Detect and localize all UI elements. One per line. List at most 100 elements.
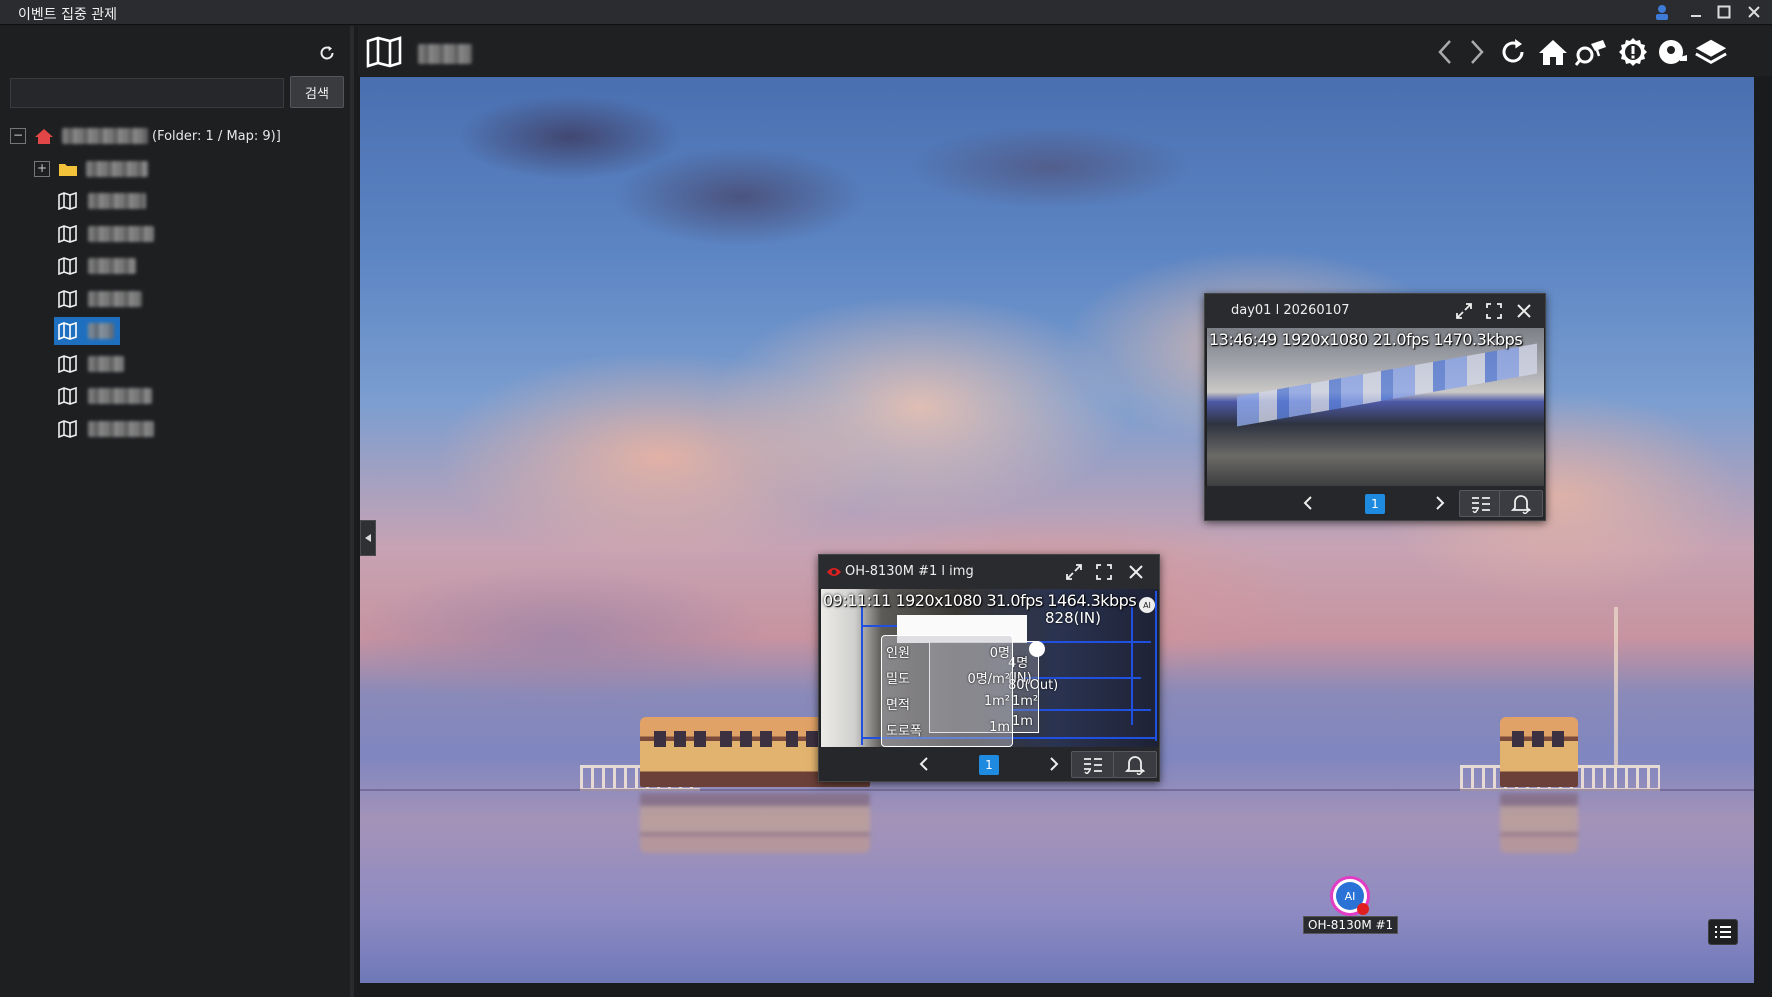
refresh-icon[interactable] xyxy=(1496,36,1530,68)
eye-icon xyxy=(827,568,841,576)
maximize-icon[interactable] xyxy=(1712,2,1736,22)
tree-item-folder[interactable]: + xyxy=(10,153,340,186)
alarm-dot xyxy=(1357,903,1369,915)
sidebar-collapse-button[interactable] xyxy=(360,520,376,556)
map-canvas[interactable] xyxy=(360,77,1754,983)
home-icon[interactable] xyxy=(1536,36,1570,68)
analytics-row: 면적 1m² xyxy=(886,694,1010,713)
redacted-map-name xyxy=(88,258,136,275)
prev-page-icon[interactable] xyxy=(913,753,935,775)
fullscreen-icon[interactable] xyxy=(1481,299,1507,323)
map-icon xyxy=(364,32,404,72)
direction-indicator-icon xyxy=(1029,641,1045,657)
close-icon[interactable] xyxy=(1511,299,1537,323)
ai-badge-icon: AI xyxy=(1139,597,1155,613)
popup-header[interactable]: day01 l 20260107 xyxy=(1205,294,1545,328)
close-icon[interactable] xyxy=(1742,2,1766,22)
camera-settings-icon[interactable] xyxy=(1656,36,1690,68)
count-out: 80(Out) xyxy=(1008,678,1059,693)
camera-marker[interactable]: AI xyxy=(1330,876,1370,916)
tree-item-map[interactable] xyxy=(10,185,340,218)
tree-item-map[interactable] xyxy=(10,250,340,283)
people-label: 인원 xyxy=(886,646,910,661)
list-icon xyxy=(1715,926,1731,938)
checklist-icon xyxy=(1472,496,1490,513)
search-button[interactable]: 검색 xyxy=(290,76,344,108)
next-page-icon[interactable] xyxy=(1043,753,1065,775)
redacted-folder-name xyxy=(86,160,148,177)
tree-root[interactable]: − (Folder: 1 / Map: 9)] xyxy=(10,120,340,153)
event-list-button[interactable] xyxy=(1459,490,1503,517)
camera-popup[interactable]: day01 l 20260107 13:46:49 1920x1080 21.0… xyxy=(1204,293,1546,521)
prev-page-icon[interactable] xyxy=(1297,492,1319,514)
map-icon xyxy=(58,257,77,276)
expand-icon[interactable] xyxy=(1451,299,1477,323)
camera-marker-label[interactable]: OH-8130M #1 xyxy=(1303,916,1399,934)
event-list-button[interactable] xyxy=(1071,751,1115,778)
density-label: 밀도 xyxy=(886,672,910,687)
sidebar: 검색 − (Folder: 1 / Map: 9)] + xyxy=(0,26,354,997)
redacted-map-name xyxy=(88,388,152,405)
camera-popup-ai[interactable]: OH-8130M #1 l img 4명(IN) 80(Out) 1m² 1m … xyxy=(818,554,1160,782)
redacted-map-name xyxy=(88,355,124,372)
tree-item-map[interactable] xyxy=(10,218,340,251)
map-icon xyxy=(58,419,77,438)
analytics-row: 밀도 0명/m² xyxy=(886,668,1010,687)
redacted-map-name xyxy=(88,225,154,242)
popup-header[interactable]: OH-8130M #1 l img xyxy=(819,555,1159,589)
alert-icon[interactable] xyxy=(1616,36,1650,68)
redacted-map-name xyxy=(88,193,146,210)
folder-icon xyxy=(59,163,77,176)
page-indicator[interactable]: 1 xyxy=(979,755,999,775)
user-icon[interactable] xyxy=(1650,2,1674,22)
layers-icon[interactable] xyxy=(1694,36,1728,68)
tree-item-map[interactable] xyxy=(10,413,340,446)
fullscreen-icon[interactable] xyxy=(1091,560,1117,584)
train-reflection xyxy=(1500,793,1578,853)
tree-item-map[interactable] xyxy=(10,380,340,413)
road-width-label: 도로폭 xyxy=(886,724,922,739)
map-icon xyxy=(58,192,77,211)
video-stream[interactable]: 4명(IN) 80(Out) 1m² 1m 인원 0명 밀도 0명/m² 면적 … xyxy=(821,589,1158,749)
back-icon[interactable] xyxy=(1428,36,1462,68)
stream-info-overlay: 13:46:49 1920x1080 21.0fps 1470.3kbps xyxy=(1209,330,1523,349)
redacted-map-name xyxy=(88,290,142,307)
redacted-map-name xyxy=(88,323,114,340)
redacted-map-name xyxy=(88,420,154,437)
close-icon[interactable] xyxy=(1123,560,1149,584)
search-input[interactable] xyxy=(10,78,284,108)
tree-refresh-button[interactable] xyxy=(312,40,342,66)
map-icon xyxy=(58,354,77,373)
expand-icon[interactable] xyxy=(1061,560,1087,584)
expand-icon[interactable]: + xyxy=(34,160,50,177)
forward-icon[interactable] xyxy=(1460,36,1494,68)
pole xyxy=(1614,607,1618,767)
next-page-icon[interactable] xyxy=(1429,492,1451,514)
caret-left-icon xyxy=(365,534,371,542)
train-reflection xyxy=(640,793,870,853)
alarm-button[interactable] xyxy=(1113,751,1157,778)
window-title: 이벤트 집중 관제 xyxy=(18,7,118,23)
horizon xyxy=(360,789,1754,791)
list-toggle-button[interactable] xyxy=(1708,919,1738,945)
map-icon xyxy=(58,224,77,243)
page-indicator[interactable]: 1 xyxy=(1365,494,1385,514)
area-value-back: 1m² xyxy=(1012,694,1039,709)
collapse-icon[interactable]: − xyxy=(10,128,26,145)
search-camera-icon[interactable] xyxy=(1574,36,1608,68)
popup-footer: 1 xyxy=(819,747,1159,781)
tree-item-map[interactable] xyxy=(10,348,340,381)
width-value-back: 1m xyxy=(1012,714,1033,729)
map-icon xyxy=(58,387,77,406)
area-label: 면적 xyxy=(886,698,910,713)
train-right xyxy=(1500,717,1578,787)
popup-title: OH-8130M #1 l img xyxy=(845,564,974,579)
video-stream[interactable]: 13:46:49 1920x1080 21.0fps 1470.3kbps xyxy=(1207,328,1544,488)
ai-badge: AI xyxy=(1344,889,1356,903)
map-panel: day01 l 20260107 13:46:49 1920x1080 21.0… xyxy=(358,26,1772,997)
video-content-pixelated xyxy=(1237,343,1537,427)
tree-item-map[interactable] xyxy=(10,283,340,316)
tree-item-map-selected[interactable] xyxy=(10,315,340,348)
alarm-button[interactable] xyxy=(1499,490,1543,517)
minimize-icon[interactable] xyxy=(1684,2,1708,22)
